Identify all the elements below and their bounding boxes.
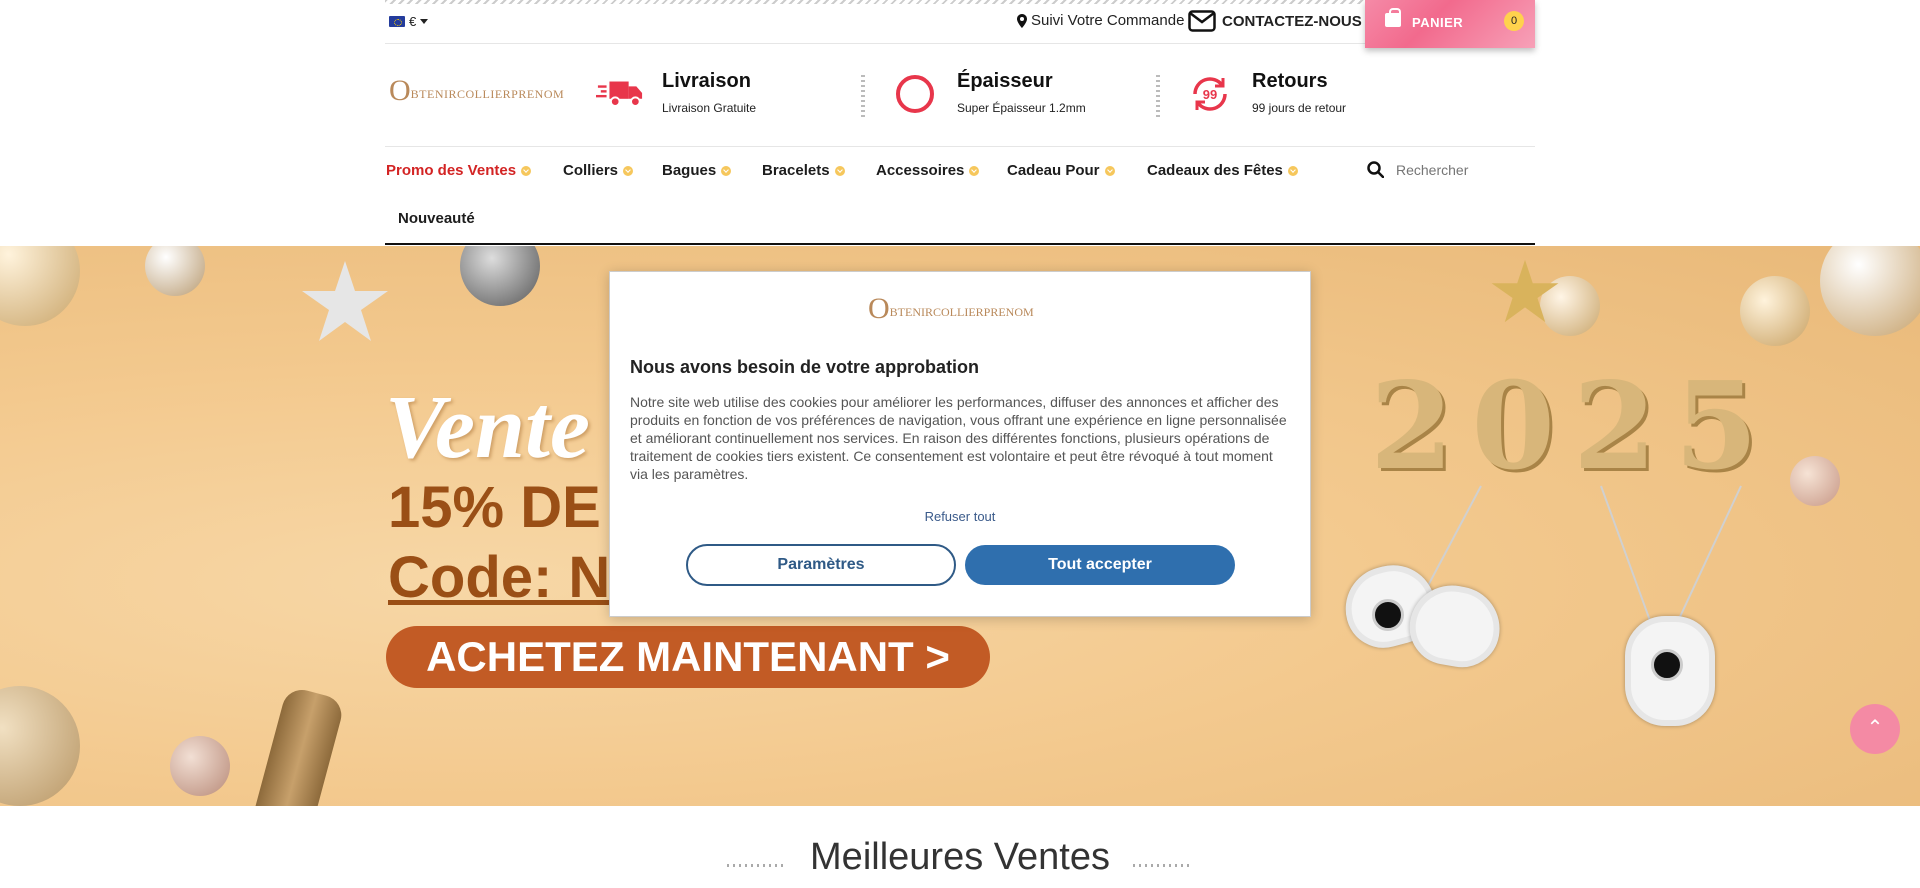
modal-logo: O BTENIRCOLLIERPRENOM [868, 292, 1034, 326]
hero-code-text: Code: N [388, 545, 611, 610]
accept-all-button[interactable]: Tout accepter [965, 545, 1235, 585]
ornament-ball [170, 736, 230, 796]
chevron-down-icon [834, 165, 845, 176]
header: O BTENIRCOLLIERPRENOM Livraison Livraiso… [385, 45, 1535, 147]
contact-label: CONTACTEZ-NOUS [1222, 12, 1362, 30]
search-bar [1367, 161, 1536, 178]
nav-item-nouveaute[interactable]: Nouveauté [398, 210, 475, 227]
search-icon[interactable] [1367, 161, 1384, 178]
nav-item-label: Promo des Ventes [386, 162, 517, 179]
nav-item-bracelets[interactable]: Bracelets [762, 162, 845, 179]
divider [861, 75, 865, 117]
disco-ball-icon [460, 246, 540, 306]
refuse-all-link[interactable]: Refuser tout [610, 509, 1310, 524]
contact-link[interactable]: CONTACTEZ-NOUS [1188, 10, 1362, 32]
eu-flag-icon [389, 16, 405, 27]
divider [1156, 75, 1160, 117]
top-bar: € Suivi Votre Commande CONTACTEZ-NOUS PA… [385, 0, 1535, 48]
nav-item-promo[interactable]: Promo des Ventes [386, 162, 532, 179]
feature-returns: 99 Retours 99 jours de retour [1186, 70, 1346, 118]
delivery-truck-icon [596, 70, 644, 118]
chevron-down-icon [721, 165, 732, 176]
settings-button[interactable]: Paramètres [686, 544, 956, 586]
feature-subtitle: Super Épaisseur 1.2mm [957, 101, 1086, 115]
hero-script-title: Vente [385, 378, 591, 477]
heading-decoration [1133, 864, 1193, 867]
section-title: Meilleures Ventes [810, 836, 1110, 878]
feature-subtitle: 99 jours de retour [1252, 101, 1347, 115]
ornament-ball [145, 246, 205, 296]
pendant-stone [1651, 649, 1683, 681]
ring-circle-icon [891, 70, 939, 118]
ornament-ball [0, 686, 80, 806]
feature-title: Livraison [662, 70, 751, 92]
nav-item-label: Bagues [662, 162, 717, 179]
feature-thickness: Épaisseur Super Épaisseur 1.2mm [891, 70, 1086, 118]
pendant-stone [1372, 599, 1404, 631]
nav-item-bagues[interactable]: Bagues [662, 162, 732, 179]
search-input[interactable] [1396, 161, 1536, 178]
main-nav: Promo des Ventes Colliers Bagues Bracele… [385, 147, 1536, 245]
chevron-down-icon [1287, 165, 1298, 176]
hero-discount-text: 15% DE [388, 475, 601, 540]
cart-label: PANIER [1412, 15, 1464, 30]
logo-initial: O [389, 74, 411, 107]
track-order-link[interactable]: Suivi Votre Commande [1017, 12, 1184, 29]
nav-item-label: Accessoires [876, 162, 965, 179]
chevron-down-icon [1104, 165, 1115, 176]
return-99-icon: 99 [1186, 70, 1234, 118]
nav-item-cadeau-pour[interactable]: Cadeau Pour [1007, 162, 1115, 179]
ornament-ball [1820, 246, 1920, 336]
page: € Suivi Votre Commande CONTACTEZ-NOUS PA… [0, 0, 1920, 888]
feature-title: Retours [1252, 70, 1328, 92]
cookie-description: Notre site web utilise des cookies pour … [630, 394, 1287, 482]
nav-item-label: Nouveauté [398, 210, 475, 227]
feature-title: Épaisseur [957, 70, 1053, 92]
site-logo[interactable]: O BTENIRCOLLIERPRENOM [389, 76, 564, 106]
back-to-top-button[interactable]: ⌃ [1850, 704, 1900, 754]
nav-item-label: Bracelets [762, 162, 830, 179]
track-order-label: Suivi Votre Commande [1031, 12, 1185, 29]
best-sellers-section: Meilleures Ventes [0, 836, 1920, 879]
star-icon [302, 261, 388, 341]
cookie-consent-dialog: O BTENIRCOLLIERPRENOM Nous avons besoin … [609, 271, 1311, 617]
feature-subtitle: Livraison Gratuite [662, 101, 757, 115]
cart-count-badge: 0 [1504, 11, 1524, 31]
nav-item-cadeaux-fetes[interactable]: Cadeaux des Fêtes [1147, 162, 1298, 179]
caret-down-icon [420, 19, 429, 24]
necklace-chain [1600, 485, 1654, 628]
ornament-ball [1790, 456, 1840, 506]
chevron-down-icon [521, 165, 532, 176]
chevron-down-icon [623, 165, 634, 176]
nav-item-colliers[interactable]: Colliers [563, 162, 634, 179]
shop-now-button[interactable]: ACHETEZ MAINTENANT > [386, 626, 990, 688]
feature-delivery: Livraison Livraison Gratuite [596, 70, 756, 118]
envelope-icon [1188, 10, 1216, 32]
nav-item-label: Cadeau Pour [1007, 162, 1100, 179]
year-balloons: 2025 [1370, 356, 1776, 497]
logo-initial: O [868, 292, 890, 325]
star-icon [1491, 259, 1559, 323]
double-chevron-up-icon: ⌃ [1866, 717, 1884, 739]
svg-text:99: 99 [1203, 87, 1217, 102]
heading-decoration [727, 864, 787, 867]
champagne-bottle-icon [254, 685, 346, 806]
nav-item-label: Cadeaux des Fêtes [1147, 162, 1283, 179]
cart-button[interactable]: PANIER 0 [1365, 0, 1535, 48]
currency-selector[interactable]: € [389, 14, 429, 29]
shopping-bag-icon [1385, 8, 1401, 27]
nav-item-label: Colliers [563, 162, 619, 179]
cookie-title: Nous avons besoin de votre approbation [630, 357, 980, 377]
ornament-ball [0, 246, 80, 326]
nav-item-accessoires[interactable]: Accessoires [876, 162, 980, 179]
logo-text: BTENIRCOLLIERPRENOM [889, 304, 1034, 319]
currency-label: € [409, 14, 417, 29]
chevron-down-icon [969, 165, 980, 176]
map-marker-icon [1017, 13, 1027, 28]
logo-text: BTENIRCOLLIERPRENOM [410, 86, 565, 101]
ornament-ball [1740, 276, 1810, 346]
